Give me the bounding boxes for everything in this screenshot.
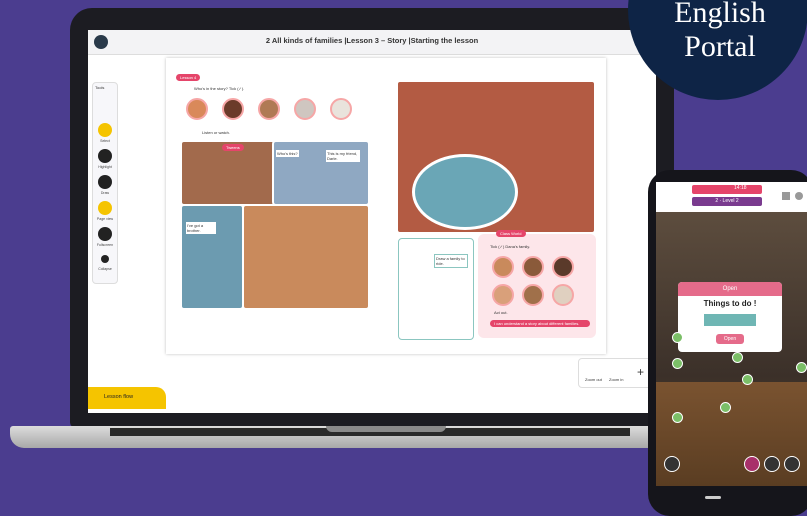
card-banner <box>704 314 756 326</box>
tool-label: Select <box>100 139 110 143</box>
user-icon[interactable] <box>795 192 803 200</box>
speech-bubble: This is my friend, Darle. <box>326 150 360 162</box>
plus-icon[interactable]: + <box>637 365 644 379</box>
tools-panel: Tools Select Highlight Draw Page view Fu… <box>92 82 118 284</box>
laptop-notch <box>326 426 446 432</box>
task-card: Open Things to do ! Open <box>678 282 782 352</box>
hotspot-dot[interactable] <box>672 412 683 423</box>
select-tool-icon[interactable] <box>98 123 112 137</box>
open-button[interactable]: Open <box>716 334 744 344</box>
question-2: Listen or watch. <box>202 130 231 135</box>
fullscreen-tool-icon[interactable] <box>98 227 112 241</box>
highlight-tool-icon[interactable] <box>98 149 112 163</box>
score-bar <box>692 185 762 194</box>
family-face[interactable] <box>552 256 574 278</box>
chat-button[interactable] <box>764 456 780 472</box>
character-face[interactable] <box>330 98 352 120</box>
lesson-flow-label: Lesson flow <box>104 394 134 400</box>
character-face[interactable] <box>258 98 280 120</box>
speech-bubble: Who's this? <box>276 150 299 157</box>
character-face[interactable] <box>294 98 316 120</box>
laptop-screen: 2 All kinds of families |Lesson 3 – Stor… <box>88 30 656 413</box>
story-panel-4 <box>242 204 370 310</box>
collapse-tool-icon[interactable] <box>101 255 109 263</box>
note-bubble: Draw a family to ride. <box>434 254 468 268</box>
menu-button[interactable] <box>784 456 800 472</box>
tools-title: Tools <box>95 85 105 90</box>
family-face[interactable] <box>492 284 514 306</box>
phone-screen: 14:18 2 · Level 2 Open Things to do ! Op… <box>656 182 807 486</box>
phone-home-bar[interactable] <box>705 496 721 499</box>
hotspot-dot[interactable] <box>720 402 731 413</box>
draw-tool-icon[interactable] <box>98 175 112 189</box>
lesson-flow-tab[interactable]: Lesson flow <box>88 387 166 409</box>
tool-label: Fullscreen <box>96 243 114 247</box>
kitchen-floor <box>656 382 807 486</box>
zoom-in-label[interactable]: Zoom in <box>609 377 623 382</box>
status-time: 14:18 <box>734 185 747 191</box>
story-panel-3 <box>180 204 244 310</box>
can-do-statement: I can understand a story about different… <box>490 320 590 327</box>
character-face[interactable] <box>186 98 208 120</box>
story-title: Tweens <box>222 144 244 151</box>
action-button[interactable] <box>744 456 760 472</box>
card-title: Things to do ! <box>703 299 757 308</box>
tool-label: Highlight <box>98 165 112 169</box>
page-view-tool-icon[interactable] <box>98 201 112 215</box>
family-face[interactable] <box>492 256 514 278</box>
lesson-pill: Lesson 4 <box>176 74 201 81</box>
family-face[interactable] <box>552 284 574 306</box>
kitchen-scene: Open Things to do ! Open <box>656 212 807 486</box>
card-header: Open <box>678 282 782 296</box>
family-face[interactable] <box>522 284 544 306</box>
home-icon[interactable] <box>782 192 790 200</box>
story-zoom-circle <box>412 154 518 230</box>
family-face[interactable] <box>522 256 544 278</box>
phone-app-header: 14:18 2 · Level 2 <box>656 182 807 212</box>
zoom-out-label[interactable]: Zoom out <box>585 377 602 382</box>
question-4: Act out. <box>494 310 508 315</box>
hotspot-dot[interactable] <box>732 352 743 363</box>
tool-label: Collapse <box>98 267 112 271</box>
hotspot-dot[interactable] <box>672 332 683 343</box>
question-3: Tick (✓) Dana's family. <box>490 244 531 249</box>
window-title: 2 All kinds of families |Lesson 3 – Stor… <box>265 36 479 45</box>
tool-label: Draw <box>100 191 110 195</box>
question-1: Who's in the story? Tick (✓). <box>194 86 245 91</box>
class-world-pill: Class World <box>496 230 526 237</box>
badge-line-1: English <box>674 0 766 29</box>
window-titlebar: 2 All kinds of families |Lesson 3 – Stor… <box>88 30 656 55</box>
hotspot-dot[interactable] <box>742 374 753 385</box>
zoom-controls: Zoom out Zoom in + <box>578 358 652 388</box>
coursebook-spread: Lesson 4 Who's in the story? Tick (✓). L… <box>166 58 606 354</box>
speech-bubble: I've got a brother. <box>186 222 216 234</box>
back-button[interactable] <box>664 456 680 472</box>
hotspot-dot[interactable] <box>672 358 683 369</box>
hotspot-dot[interactable] <box>796 362 807 373</box>
tool-label: Page view <box>96 217 114 221</box>
badge-text: English Portal <box>650 0 790 64</box>
character-face[interactable] <box>222 98 244 120</box>
badge-line-2: Portal <box>684 30 756 63</box>
level-label: 2 · Level 2 <box>692 197 762 206</box>
